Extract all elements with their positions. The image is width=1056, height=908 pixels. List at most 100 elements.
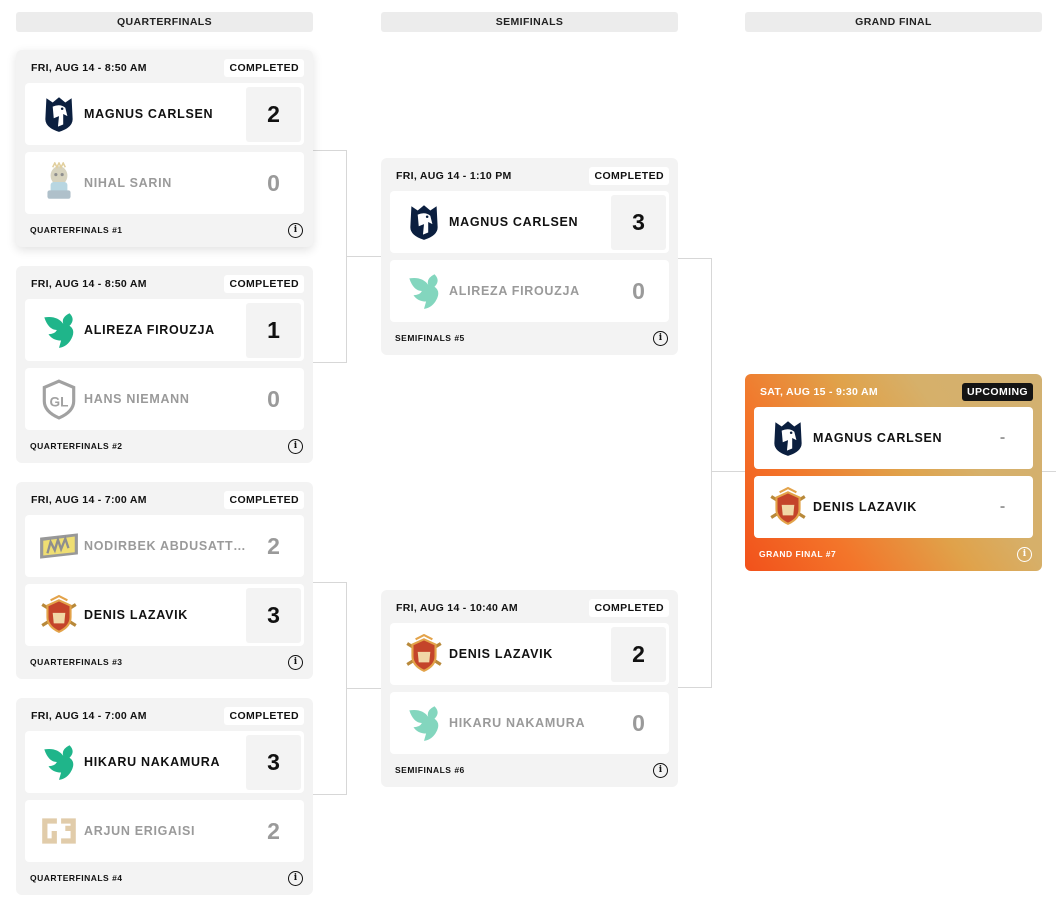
team-name: HIKARU NAKAMURA [449,716,586,730]
liquid-horse-logo-icon [766,416,810,460]
status-badge: COMPLETED [224,275,304,293]
match-label: QUARTERFINALS #3 [30,657,123,667]
team-row[interactable]: MAGNUS CARLSEN 3 [390,191,669,253]
bracket-connector [1042,471,1056,472]
team-name: DENIS LAZAVIK [84,608,189,622]
match-date: FRI, AUG 14 - 10:40 AM [396,602,518,614]
svg-text:GL: GL [50,394,69,409]
crest-logo-icon [766,485,810,529]
round-header-semifinals: SEMIFINALS [381,12,678,32]
geng-logo-icon [37,809,81,853]
team-row[interactable]: ARJUN ERIGAISI 2 [25,800,304,862]
team-row[interactable]: DENIS LAZAVIK 2 [390,623,669,685]
status-badge: UPCOMING [962,383,1033,401]
match-date: FRI, AUG 14 - 7:00 AM [31,710,147,722]
liquid-horse-logo-icon [37,92,81,136]
team-name: ALIREZA FIROUZJA [84,323,215,337]
match-card-qf2[interactable]: FRI, AUG 14 - 8:50 AM COMPLETED ALIREZA … [16,266,313,463]
round-header-grand-final: GRAND FINAL [745,12,1042,32]
status-badge: COMPLETED [589,599,669,617]
team-score: 3 [246,734,301,790]
match-card-qf3[interactable]: FRI, AUG 14 - 7:00 AM COMPLETED NODIRBEK… [16,482,313,679]
team-name: MAGNUS CARLSEN [813,431,943,445]
crest-logo-icon [402,632,446,676]
status-badge: COMPLETED [224,491,304,509]
team-score: 1 [246,302,301,358]
falcon-logo-icon [402,269,446,313]
match-date: FRI, AUG 14 - 1:10 PM [396,170,512,182]
falcon-logo-icon [37,740,81,784]
navi-logo-icon [37,524,81,568]
match-date: SAT, AUG 15 - 9:30 AM [760,386,878,398]
gl-shield-logo-icon: GL [37,377,81,421]
team-row[interactable]: DENIS LAZAVIK 3 [25,584,304,646]
match-label: GRAND FINAL #7 [759,549,837,559]
team-score: 0 [267,385,280,412]
team-name: MAGNUS CARLSEN [449,215,579,229]
team-row[interactable]: GL HANS NIEMANN 0 [25,368,304,430]
team-score: 2 [267,817,280,844]
team-row[interactable]: ALIREZA FIROUZJA 0 [390,260,669,322]
team-name: MAGNUS CARLSEN [84,107,214,121]
team-score: 2 [267,532,280,559]
team-score: 0 [267,169,280,196]
team-score: 0 [632,277,645,304]
team-row[interactable]: HIKARU NAKAMURA 0 [390,692,669,754]
team-row[interactable]: ALIREZA FIROUZJA 1 [25,299,304,361]
team-score: - [999,429,1006,446]
team-name: NODIRBEK ABDUSATTOROV [84,539,246,553]
match-date: FRI, AUG 14 - 8:50 AM [31,278,147,290]
crest-logo-icon [37,593,81,637]
match-card-qf1[interactable]: FRI, AUG 14 - 8:50 AM COMPLETED MAGNUS C… [16,50,313,247]
team-row[interactable]: NODIRBEK ABDUSATTOROV 2 [25,515,304,577]
info-icon[interactable]: i [288,438,303,454]
team-name: HIKARU NAKAMURA [84,755,221,769]
status-badge: COMPLETED [589,167,669,185]
match-date: FRI, AUG 14 - 7:00 AM [31,494,147,506]
mascot-logo-icon [37,161,81,205]
match-label: QUARTERFINALS #2 [30,441,123,451]
bracket-connector [712,471,745,472]
match-label: SEMIFINALS #6 [395,765,465,775]
bracket-connector [347,256,381,257]
bracket-connector [347,688,381,689]
falcon-logo-icon [37,308,81,352]
team-row[interactable]: NIHAL SARIN 0 [25,152,304,214]
info-icon[interactable]: i [1017,546,1032,562]
match-card-gf7[interactable]: SAT, AUG 15 - 9:30 AM UPCOMING MAGNUS CA… [745,374,1042,571]
team-name: HANS NIEMANN [84,392,190,406]
team-name: DENIS LAZAVIK [813,500,918,514]
match-date: FRI, AUG 14 - 8:50 AM [31,62,147,74]
info-icon[interactable]: i [288,654,303,670]
team-row[interactable]: MAGNUS CARLSEN - [754,407,1033,469]
team-name: NIHAL SARIN [84,176,173,190]
status-badge: COMPLETED [224,707,304,725]
info-icon[interactable]: i [288,870,303,886]
match-label: QUARTERFINALS #1 [30,225,123,235]
bracket-connector [313,150,347,363]
info-icon[interactable]: i [288,222,303,238]
falcon-logo-icon [402,701,446,745]
info-icon[interactable]: i [653,330,668,346]
liquid-horse-logo-icon [402,200,446,244]
match-label: QUARTERFINALS #4 [30,873,123,883]
team-score: 2 [246,86,301,142]
team-name: DENIS LAZAVIK [449,647,554,661]
match-card-sf5[interactable]: FRI, AUG 14 - 1:10 PM COMPLETED MAGNUS C… [381,158,678,355]
bracket-connector [678,258,712,688]
team-name: ALIREZA FIROUZJA [449,284,580,298]
team-score: - [999,498,1006,515]
round-header-quarterfinals: QUARTERFINALS [16,12,313,32]
team-row[interactable]: DENIS LAZAVIK - [754,476,1033,538]
team-score: 3 [611,194,666,250]
team-row[interactable]: MAGNUS CARLSEN 2 [25,83,304,145]
team-score: 2 [611,626,666,682]
status-badge: COMPLETED [224,59,304,77]
info-icon[interactable]: i [653,762,668,778]
match-card-sf6[interactable]: FRI, AUG 14 - 10:40 AM COMPLETED DENIS L… [381,590,678,787]
team-score: 0 [632,709,645,736]
bracket-connector [313,582,347,795]
team-row[interactable]: HIKARU NAKAMURA 3 [25,731,304,793]
team-name: ARJUN ERIGAISI [84,824,196,838]
match-card-qf4[interactable]: FRI, AUG 14 - 7:00 AM COMPLETED HIKARU N… [16,698,313,895]
